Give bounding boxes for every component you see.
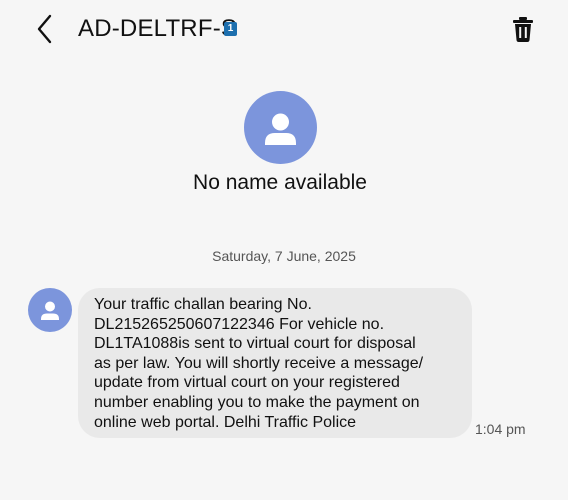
message-bubble[interactable]: Your traffic challan bearing No. DL21526… [78,288,472,438]
back-button[interactable] [30,12,62,46]
date-separator: Saturday, 7 June, 2025 [212,248,356,264]
person-icon [265,113,296,145]
message-text: Your traffic challan bearing No. DL21526… [94,296,424,431]
message-sender-avatar[interactable] [28,288,72,332]
trash-icon [513,17,533,42]
top-app-bar: AD-DELTRF-S 1 [0,0,568,58]
message-timestamp: 1:04 pm [475,421,526,437]
contact-name: No name available [193,171,367,194]
conversation-title: AD-DELTRF-S [78,15,238,42]
delete-button[interactable] [508,14,538,44]
contact-avatar[interactable] [244,91,317,164]
person-icon [41,301,59,320]
sim-badge: 1 [224,22,237,36]
back-arrow-icon [37,14,52,44]
